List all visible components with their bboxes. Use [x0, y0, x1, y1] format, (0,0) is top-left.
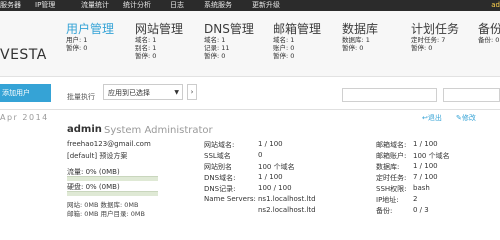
nav-stat: 暂停: 0 — [204, 52, 226, 60]
menu-services[interactable]: 系统服务 — [204, 1, 232, 10]
logout-link[interactable]: ↩退出 — [422, 113, 442, 123]
menu-servers[interactable]: 服务器 — [0, 1, 21, 10]
logout-label: 退出 — [427, 114, 442, 122]
nav-stat: 别名: 1 — [135, 44, 157, 52]
search-button[interactable] — [443, 88, 500, 102]
creation-date: Apr 2014 — [0, 113, 49, 122]
nav-stat: 用户: 1 — [66, 36, 88, 44]
nav-stat: 域名: 1 — [273, 36, 295, 44]
stat-value: 1 / 100 — [413, 162, 438, 170]
nav-database[interactable]: 数据库 数据库: 1 暂停: 0 — [342, 22, 378, 52]
nav-stat: 暂停: 0 — [273, 52, 295, 60]
menu-log[interactable]: 日志 — [170, 1, 184, 10]
user-fullname: System Administrator — [104, 125, 213, 136]
nav-title: 备份 — [478, 22, 500, 36]
search-input[interactable] — [342, 88, 437, 102]
nav-stat: 定时任务: 7 — [411, 36, 446, 44]
edit-label: 修改 — [461, 114, 476, 122]
stat-label: DNS记录: — [204, 185, 236, 193]
nav-mail[interactable]: 邮箱管理 域名: 1 账户: 0 暂停: 0 — [273, 22, 321, 60]
stat-value: bash — [413, 184, 430, 192]
stat-value: 7 / 100 — [413, 173, 438, 181]
nav-stat: 域名: 1 — [135, 36, 157, 44]
username[interactable]: admin — [67, 124, 102, 135]
stat-label: 网站别名 — [204, 163, 232, 171]
menu-statistics[interactable]: 统计分析 — [123, 1, 151, 10]
nav-dns[interactable]: DNS管理 域名: 1 记录: 11 暂停: 0 — [204, 22, 254, 60]
user-package: [default] 预设方案 — [67, 152, 128, 160]
stat-value: 1 / 100 — [258, 173, 283, 181]
user-menu[interactable]: ad — [491, 1, 500, 9]
stat-label: 数据库: — [376, 163, 400, 171]
stat-value: 100 个域名 — [258, 163, 295, 171]
nav-users[interactable]: 用户管理 用户: 1 暂停: 0 — [66, 22, 114, 52]
nav-title: 邮箱管理 — [273, 22, 322, 36]
mail-home-usage: 邮箱: 0MB 用户目录: 0MB — [67, 210, 145, 218]
nav-title: 计划任务 — [411, 22, 460, 36]
nav-cron[interactable]: 计划任务 定时任务: 7 暂停: 0 — [411, 22, 459, 52]
stat-label: IP地址: — [376, 196, 399, 204]
logo: VESTA — [0, 47, 47, 63]
stat-label: Name Servers: — [204, 195, 256, 203]
nav-title: 数据库 — [342, 22, 379, 36]
nav-stat: 暂停: 0 — [66, 44, 88, 52]
nav-stat: 账户: 0 — [273, 44, 295, 52]
stat-value: 100 个域名 — [413, 152, 450, 160]
nav-web[interactable]: 网站管理 域名: 1 别名: 1 暂停: 0 — [135, 22, 183, 60]
menu-ip[interactable]: IP管理 — [35, 1, 55, 10]
batch-label: 批量执行 — [67, 93, 95, 101]
bandwidth-bar — [67, 176, 158, 181]
stat-label: SSH权限: — [376, 185, 407, 193]
stat-label: 备份: — [376, 207, 393, 215]
stat-label: DNS域名: — [204, 174, 236, 182]
header: VESTA 用户管理 用户: 1 暂停: 0 网站管理 域名: 1 别名: 1 … — [0, 11, 500, 77]
nav-stat: 暂停: 0 — [342, 44, 364, 52]
stat-value: 100 / 100 — [258, 184, 292, 192]
nav-title: DNS管理 — [204, 22, 254, 36]
stat-label: 邮箱账户: — [376, 152, 407, 160]
add-user-label: 添加用户 — [2, 89, 30, 97]
nav-stat: 记录: 11 — [204, 44, 230, 52]
stat-value: 1 / 100 — [258, 140, 283, 148]
nav-stat: 数据库: 1 — [342, 36, 370, 44]
stat-label: 邮箱域名: — [376, 141, 407, 149]
user-email: freehao123@gmail.com — [67, 140, 151, 148]
stat-label: 定时任务: — [376, 174, 407, 182]
chevron-right-icon: › — [190, 88, 194, 96]
nav-title: 用户管理 — [66, 22, 115, 36]
stat-label: SSL域名 — [204, 152, 231, 160]
add-user-button[interactable]: 添加用户 — [0, 84, 51, 102]
disk-bar — [67, 191, 158, 196]
batch-action-select[interactable]: 应用到已选择 ▼ — [103, 84, 183, 100]
stat-value: 2 — [413, 195, 418, 203]
nav-stat: 备份: 0 — [478, 36, 500, 44]
nav-stat: 暂停: 0 — [135, 52, 157, 60]
stat-value: 0 — [258, 151, 263, 159]
stat-value: 1 / 100 — [413, 140, 438, 148]
top-menu-bar: 服务器 IP管理 流量统计 统计分析 日志 系统服务 更新升级 ad — [0, 0, 500, 11]
nav-stat: 域名: 1 — [204, 36, 226, 44]
nav-title: 网站管理 — [135, 22, 184, 36]
nav-backup[interactable]: 备份 备份: 0 — [478, 22, 500, 44]
toolbar: 添加用户 批量执行 应用到已选择 ▼ › — [0, 77, 500, 110]
nav-stat: 暂停: 0 — [411, 44, 433, 52]
select-value: 应用到已选择 — [108, 89, 150, 97]
edit-link[interactable]: ✎修改 — [456, 113, 476, 123]
menu-traffic[interactable]: 流量统计 — [81, 1, 109, 10]
stat-value: 0 / 3 — [413, 206, 429, 214]
chevron-down-icon: ▼ — [174, 89, 179, 96]
menu-updates[interactable]: 更新升级 — [252, 1, 280, 10]
stat-label: 网站域名: — [204, 141, 235, 149]
stat-value: ns1.localhost.ltd — [258, 195, 316, 203]
stat-value: ns2.localhost.ltd — [258, 206, 316, 214]
apply-button[interactable]: › — [187, 84, 197, 100]
